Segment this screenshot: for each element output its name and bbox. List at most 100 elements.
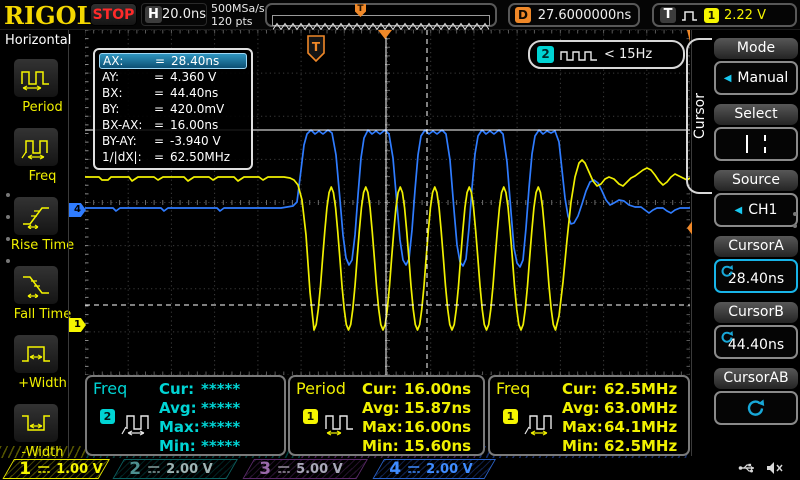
menu-item-cursor-ab: CursorAB — [714, 368, 798, 425]
rotate-knob-icon — [746, 398, 766, 418]
freq-icon — [119, 409, 153, 437]
panel-channel-badge: 2 — [100, 409, 115, 424]
trigger-source-badge: 1 — [704, 8, 719, 23]
panel-title: Period — [296, 379, 346, 398]
period-button[interactable] — [13, 58, 59, 98]
cursor-row-byay: BY-AY:=-3.940 V — [99, 133, 247, 149]
plus-width-button[interactable] — [13, 334, 59, 374]
horizontal-measure-menu: Horizontal Period Freq Rise Time Fall Ti… — [0, 30, 85, 458]
cursor-b-label: CursorB — [714, 302, 798, 323]
dc-coupling-icon — [407, 464, 420, 475]
pulse-icon — [681, 9, 699, 22]
cursor-b-button[interactable]: 44.40ns — [714, 325, 798, 359]
delay-readout[interactable]: D 27.6000000ns — [508, 3, 640, 27]
trigger-level-value: 2.22 V — [724, 8, 766, 23]
freq-icon — [522, 409, 556, 437]
panel-values: Cur:16.00ns Avg:15.87ns Max:16.00ns Min:… — [362, 379, 471, 455]
timebase-value: 20.0ns — [162, 7, 206, 22]
select-button[interactable] — [714, 127, 798, 161]
cursor-row-bxax: BX-AX:=16.00ns — [99, 117, 247, 133]
channel-4-tab[interactable]: 4 2.00 V — [372, 459, 496, 479]
measurement-panel-freq-ch2: Freq 2 Cur:***** Avg:***** Max:***** Min… — [85, 375, 286, 456]
period-icon — [322, 409, 356, 437]
cursor-ab-button[interactable] — [714, 391, 798, 425]
rise-time-label: Rise Time — [0, 238, 85, 253]
panel-channel-badge: 1 — [503, 409, 518, 424]
left-menu-title: Horizontal — [5, 33, 71, 48]
menu-tab-cursor: Cursor — [686, 38, 712, 194]
sample-rate-readout: 500MSa/s120 pts — [211, 2, 265, 28]
cursor-menu: Cursor Mode ◀Manual Select Source ◀CH1 C… — [692, 30, 800, 458]
speaker-muted-icon — [766, 461, 784, 475]
freq-label: Freq — [0, 169, 85, 184]
panel-title: Freq — [496, 379, 530, 398]
panel-values: Cur:62.5MHz Avg:63.0MHz Max:64.1MHz Min:… — [562, 379, 677, 455]
rise-time-button[interactable] — [13, 196, 59, 236]
minus-width-button[interactable] — [13, 403, 59, 443]
channel-3-tab[interactable]: 3 5.00 V — [242, 459, 368, 479]
cursor-a-button[interactable]: 28.40ns — [714, 259, 798, 293]
dc-coupling-icon — [37, 464, 50, 475]
delay-label: D — [515, 7, 531, 23]
plus-width-label: +Width — [0, 376, 85, 391]
panel-channel-badge: 1 — [303, 409, 318, 424]
panel-title: Freq — [93, 379, 127, 398]
waveform-display: T 2 < 15Hz AX:=28.40ns AY:=4.360 V BX:=4… — [85, 30, 690, 375]
trigger-flag-label: T — [312, 40, 321, 54]
mode-label: Mode — [714, 38, 798, 59]
fall-time-icon — [20, 272, 52, 298]
memory-position-bar[interactable]: T — [265, 3, 497, 27]
select-label: Select — [714, 104, 798, 125]
channel-2-tab[interactable]: 2 2.00 V — [112, 459, 238, 479]
period-icon — [20, 65, 52, 91]
cursor-a-label: CursorA — [714, 236, 798, 257]
rotate-knob-icon — [720, 264, 734, 278]
period-label: Period — [0, 100, 85, 115]
measurement-panel-period-ch1: Period 1 Cur:16.00ns Avg:15.87ns Max:16.… — [288, 375, 485, 456]
cursor-row-ay: AY:=4.360 V — [99, 69, 247, 85]
menu-item-source: Source ◀CH1 — [714, 170, 798, 227]
trigger-position-marker[interactable] — [378, 30, 392, 39]
plus-width-icon — [20, 341, 52, 367]
scroll-dot — [6, 215, 10, 219]
freq-icon — [20, 134, 52, 160]
menu-item-cursor-b: CursorB 44.40ns — [714, 302, 798, 359]
cursor-row-by: BY:=420.0mV — [99, 101, 247, 117]
trigger-readout[interactable]: T 1 2.22 V — [652, 3, 797, 27]
cursor-readout-panel: AX:=28.40ns AY:=4.360 V BX:=44.40ns BY:=… — [93, 48, 253, 170]
freq-button[interactable] — [13, 127, 59, 167]
display-left-border — [68, 30, 69, 456]
page-dot — [793, 212, 797, 216]
dc-coupling-icon — [277, 464, 290, 475]
page-dot — [793, 224, 797, 228]
square-wave-icon — [560, 48, 598, 62]
source-button[interactable]: ◀CH1 — [714, 193, 798, 227]
counter-value: < 15Hz — [604, 47, 652, 62]
horizontal-label: H — [145, 6, 162, 23]
run-state-badge[interactable]: STOP — [90, 3, 137, 26]
channel-status-bar: 1 1.00 V 2 2.00 V 3 5.00 V 4 2.00 V — [0, 458, 800, 480]
left-arrow-icon: ◀ — [724, 73, 732, 84]
memory-depth: 120 pts — [211, 15, 253, 28]
mode-button[interactable]: ◀Manual — [714, 61, 798, 95]
counter-channel-badge: 2 — [537, 46, 554, 63]
dc-coupling-icon — [147, 464, 160, 475]
scroll-dot — [6, 237, 10, 241]
scroll-dot — [6, 193, 10, 197]
panel-values: Cur:***** Avg:***** Max:***** Min:***** — [159, 379, 240, 455]
usb-icon — [738, 461, 758, 475]
frequency-counter-badge: 2 < 15Hz — [528, 40, 685, 69]
channel-1-tab[interactable]: 1 1.00 V — [2, 459, 110, 479]
cursor-row-inv-dx: 1/|dX|:=62.50MHz — [99, 149, 247, 165]
horizontal-timebase-control[interactable]: H 20.0ns — [141, 3, 207, 26]
status-bar: RIGOL STOP H 20.0ns 500MSa/s120 pts T D … — [0, 0, 800, 30]
minus-width-icon — [20, 410, 52, 436]
rotate-knob-icon — [720, 330, 734, 344]
sample-rate: 500MSa/s — [211, 2, 265, 15]
source-label: Source — [714, 170, 798, 191]
fall-time-button[interactable] — [13, 265, 59, 305]
oscilloscope-screen: RIGOL STOP H 20.0ns 500MSa/s120 pts T D … — [0, 0, 800, 480]
cursor-select-icon — [746, 135, 766, 153]
scroll-dot — [6, 259, 10, 263]
measurement-panel-freq-ch1: Freq 1 Cur:62.5MHz Avg:63.0MHz Max:64.1M… — [488, 375, 690, 456]
